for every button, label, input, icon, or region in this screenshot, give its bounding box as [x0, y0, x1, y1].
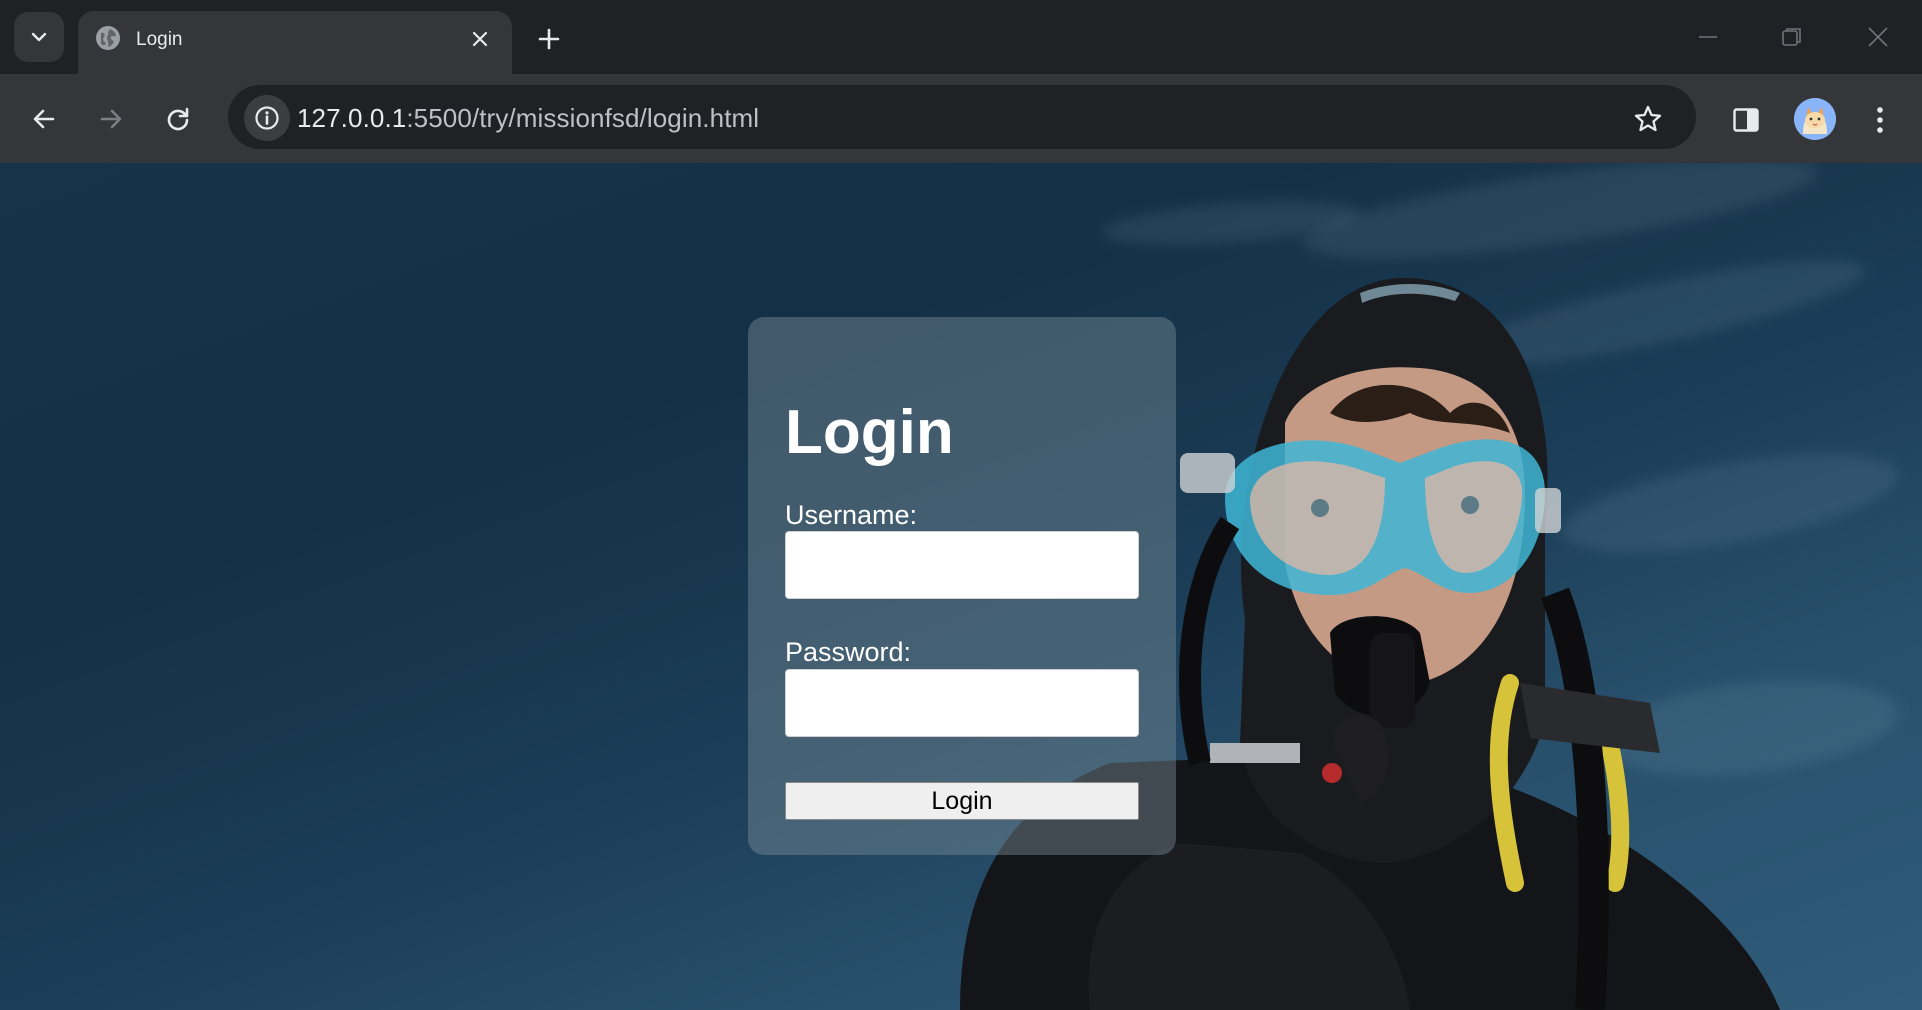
login-card: Login Username: Password: Login	[748, 317, 1176, 855]
back-button[interactable]	[20, 95, 68, 143]
tab-strip: Login	[0, 0, 1922, 74]
reload-button[interactable]	[154, 95, 202, 143]
forward-button[interactable]	[87, 95, 135, 143]
url-host: 127.0.0.1	[297, 103, 407, 133]
arrow-left-icon	[33, 109, 55, 129]
password-input[interactable]	[785, 669, 1139, 737]
restore-icon	[1782, 28, 1801, 46]
side-panel-button[interactable]	[1724, 98, 1768, 142]
profile-cat-icon	[1794, 98, 1836, 140]
tab-close-button[interactable]	[462, 21, 498, 57]
browser-toolbar: 127.0.0.1:5500/try/missionfsd/login.html	[0, 74, 1922, 163]
avatar[interactable]	[1794, 98, 1836, 140]
username-input[interactable]	[785, 531, 1139, 599]
tab-search-button[interactable]	[14, 12, 64, 62]
info-icon	[255, 106, 279, 130]
reload-icon	[167, 107, 189, 131]
star-icon	[1634, 105, 1662, 132]
new-tab-button[interactable]	[527, 17, 571, 61]
minimize-icon	[1699, 36, 1717, 38]
chevron-down-icon	[31, 32, 47, 42]
side-panel-icon	[1733, 108, 1759, 132]
login-button[interactable]: Login	[785, 782, 1139, 820]
minimize-button[interactable]	[1680, 14, 1736, 60]
kebab-menu-icon	[1877, 107, 1883, 133]
username-label: Username:	[785, 500, 918, 530]
page-viewport: Login Username: Password: Login	[0, 163, 1922, 1010]
globe-icon	[96, 26, 120, 50]
bookmark-button[interactable]	[1628, 99, 1668, 139]
close-icon	[1868, 27, 1888, 47]
arrow-right-icon	[100, 109, 122, 129]
address-bar[interactable]: 127.0.0.1:5500/try/missionfsd/login.html	[228, 85, 1696, 149]
password-label: Password:	[785, 637, 912, 667]
url-text[interactable]: 127.0.0.1:5500/try/missionfsd/login.html	[297, 103, 759, 134]
site-info-button[interactable]	[244, 95, 290, 141]
browser-menu-button[interactable]	[1862, 98, 1898, 142]
restore-button[interactable]	[1764, 14, 1820, 60]
close-icon	[472, 31, 488, 47]
tab-login[interactable]: Login	[78, 11, 512, 74]
login-heading: Login	[785, 398, 954, 467]
plus-icon	[538, 28, 560, 50]
window-close-button[interactable]	[1850, 14, 1906, 60]
tab-title: Login	[136, 29, 183, 50]
url-path: :5500/try/missionfsd/login.html	[406, 103, 760, 133]
